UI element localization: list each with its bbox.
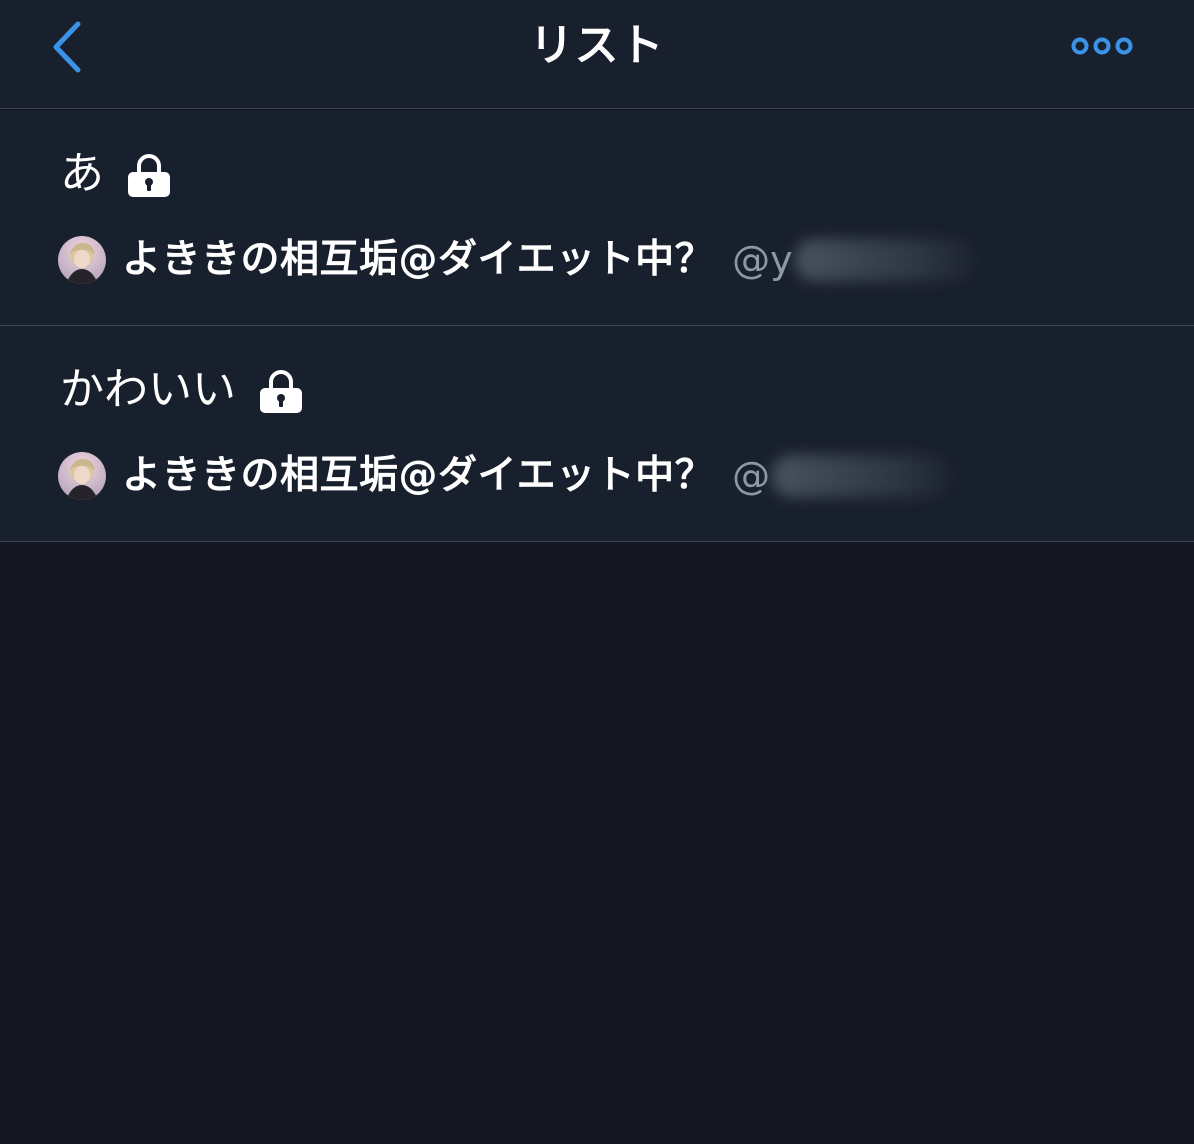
owner-handle: @ — [732, 448, 953, 504]
empty-content-area — [0, 542, 1194, 1144]
list-name: あ — [60, 148, 104, 199]
list-title-row: かわいい — [60, 362, 304, 418]
more-horizontal-icon — [1071, 37, 1133, 55]
page-title: リスト — [529, 20, 665, 71]
owner-handle: @y — [732, 232, 975, 288]
owner-display-name: よききの相互垢@ダイエット中？ — [122, 237, 715, 282]
list-owner-row: よききの相互垢@ダイエット中？ @ — [58, 444, 953, 508]
handle-prefix: @y — [732, 238, 793, 282]
lock-icon — [126, 153, 172, 199]
navigation-header: リスト — [0, 0, 1194, 109]
redacted-handle — [794, 239, 975, 281]
list-item[interactable]: あ よききの相互垢@ダイエット中？ @y — [0, 110, 1194, 326]
list-item[interactable]: かわいい よききの相互垢@ダイエット中？ @ — [0, 326, 1194, 542]
handle-prefix: @ — [732, 454, 771, 498]
avatar[interactable] — [58, 452, 106, 500]
owner-display-name: よききの相互垢@ダイエット中？ — [122, 453, 715, 498]
more-options-button[interactable] — [1064, 28, 1140, 64]
avatar[interactable] — [58, 236, 106, 284]
list-owner-row: よききの相互垢@ダイエット中？ @y — [58, 228, 975, 292]
lock-icon — [258, 369, 304, 415]
redacted-handle — [772, 455, 953, 497]
list-name: かわいい — [60, 364, 236, 415]
list-title-row: あ — [60, 146, 172, 202]
